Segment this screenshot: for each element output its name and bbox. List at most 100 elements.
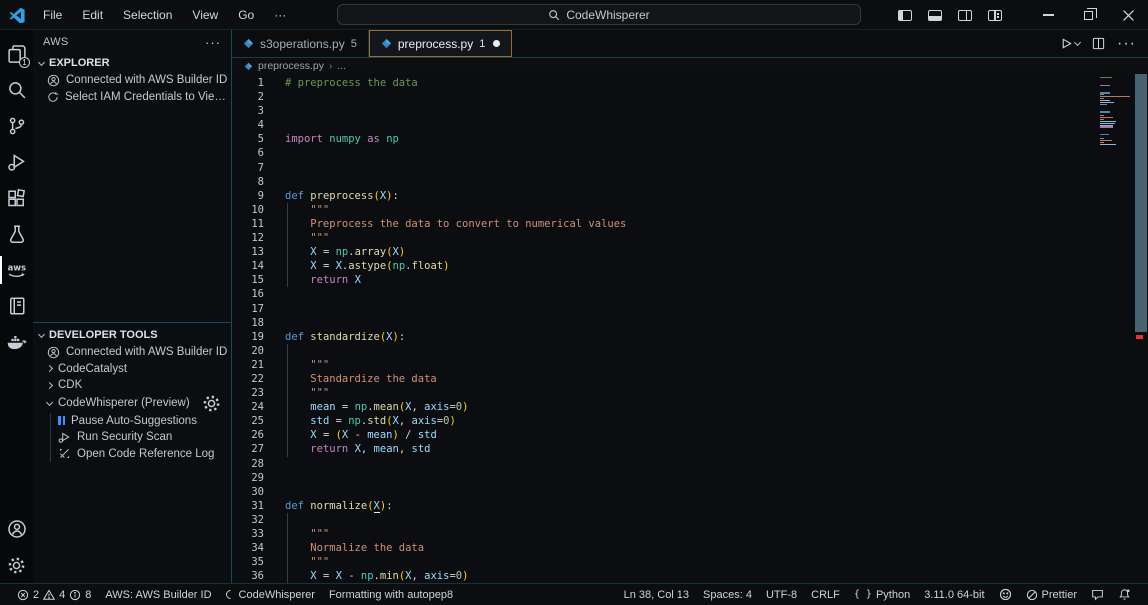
activity-aws[interactable]: aws [0, 252, 33, 288]
activity-source-control[interactable] [0, 108, 33, 144]
line-number: 2 [232, 90, 264, 104]
scan-icon [58, 431, 71, 444]
code-line-25: 25 std = np.std(X, axis=0) [232, 414, 1097, 428]
code-line-6: 6 [232, 146, 1097, 160]
code-line-21: 21 """ [232, 358, 1097, 372]
tree-item-label: CodeCatalyst [58, 363, 127, 375]
minimize-button[interactable] [1028, 0, 1068, 30]
run-python-file-button[interactable] [1060, 37, 1080, 50]
activity-extensions[interactable] [0, 180, 33, 216]
activity-search[interactable] [0, 72, 33, 108]
status-3-11-0-64-bit[interactable]: 3.11.0 64-bit [917, 589, 991, 601]
code-line-34: 34 Normalize the data [232, 541, 1097, 555]
breadcrumb-file: preprocess.py [258, 60, 324, 72]
tab-preprocess-py[interactable]: preprocess.py1 [369, 30, 513, 57]
scrollbar[interactable] [1135, 74, 1148, 583]
bell-icon [1118, 588, 1131, 601]
split-editor-icon[interactable] [1092, 37, 1105, 50]
status-text: UTF-8 [766, 589, 797, 601]
gear-icon[interactable] [202, 394, 221, 413]
explorer-section-header[interactable]: EXPLORER [33, 54, 231, 72]
command-center[interactable]: CodeWhisperer [337, 4, 861, 25]
line-number: 7 [232, 161, 264, 175]
status-feedback[interactable] [1084, 588, 1111, 601]
tree-item-select-iam-credentials-to-view[interactable]: Select IAM Credentials to View Reso... [33, 89, 231, 106]
gear-icon [7, 556, 26, 575]
menu-[interactable]: ··· [266, 5, 294, 25]
tree-item-open-code-reference-log[interactable]: Open Code Reference Log [51, 446, 231, 463]
menu-go[interactable]: Go [230, 5, 262, 25]
scrollbar-thumb[interactable] [1135, 74, 1147, 332]
status-python[interactable]: { }Python [847, 589, 917, 601]
code-line-18: 18 [232, 316, 1097, 330]
feedback-icon [1091, 588, 1104, 601]
toggle-primary-sidebar-icon[interactable] [898, 10, 912, 21]
status-spaces-4[interactable]: Spaces: 4 [696, 589, 759, 601]
code-line-19: 19def standardize(X): [232, 330, 1097, 344]
line-number: 10 [232, 203, 264, 217]
tree-item-connected-with-aws-builder-id[interactable]: Connected with AWS Builder ID [33, 344, 231, 361]
tree-item-label: Run Security Scan [77, 431, 172, 443]
status-ln-38-col-13[interactable]: Ln 38, Col 13 [617, 589, 696, 601]
activity-accounts[interactable] [0, 511, 33, 547]
status-utf-8[interactable]: UTF-8 [759, 589, 804, 601]
sidebar-more-actions[interactable]: ··· [205, 35, 221, 50]
code-line-7: 7 [232, 161, 1097, 175]
command-center-text: CodeWhisperer [566, 8, 649, 22]
status-prettier[interactable]: Prettier [1019, 589, 1084, 601]
breadcrumb[interactable]: preprocess.py › ... [232, 58, 1148, 74]
status-bell[interactable] [1111, 588, 1138, 601]
activity-run-and-debug[interactable] [0, 144, 33, 180]
status-problems[interactable]: 248 [10, 589, 98, 601]
status-aws-aws-builder-id[interactable]: AWS: AWS Builder ID [98, 589, 218, 601]
code-line-13: 13 X = np.array(X) [232, 245, 1097, 259]
status-crlf[interactable]: CRLF [804, 589, 847, 601]
pause-icon [58, 416, 65, 425]
menu-file[interactable]: File [35, 5, 70, 25]
line-number: 26 [232, 428, 264, 442]
tree-item-codecatalyst[interactable]: CodeCatalyst [33, 361, 231, 378]
activity-resources[interactable] [0, 288, 33, 324]
tab-s3operations-py[interactable]: s3operations.py5 [232, 30, 369, 57]
editor-more-actions-icon[interactable]: ··· [1117, 35, 1136, 53]
status-formatting-with-autopep8[interactable]: Formatting with autopep8 [322, 589, 460, 601]
line-number: 15 [232, 273, 264, 287]
line-number: 28 [232, 457, 264, 471]
toggle-secondary-sidebar-icon[interactable] [958, 10, 972, 21]
minimap[interactable] [1097, 74, 1135, 583]
developer-tools-section-header[interactable]: DEVELOPER TOOLS [33, 326, 231, 344]
error-icon [17, 589, 29, 601]
tree-item-pause-auto-suggestions[interactable]: Pause Auto-Suggestions [51, 413, 231, 430]
python-icon [381, 38, 392, 49]
menu-selection[interactable]: Selection [115, 5, 180, 25]
status-codewhisperer[interactable]: CodeWhisperer [219, 589, 322, 601]
tree-item-label: Connected with AWS Builder ID [66, 74, 227, 86]
activity-manage[interactable] [0, 547, 33, 583]
line-number: 9 [232, 189, 264, 203]
line-number: 30 [232, 485, 264, 499]
modified-dot-icon[interactable] [493, 40, 500, 47]
run-dropdown-icon[interactable] [1074, 39, 1081, 46]
code-line-31: 31def normalize(X): [232, 499, 1097, 513]
menu-edit[interactable]: Edit [74, 5, 111, 25]
tree-item-run-security-scan[interactable]: Run Security Scan [51, 429, 231, 446]
activity-testing[interactable] [0, 216, 33, 252]
status-text: AWS: AWS Builder ID [105, 589, 211, 601]
tree-item-label: Connected with AWS Builder ID [66, 346, 227, 358]
line-number: 35 [232, 555, 264, 569]
menu-view[interactable]: View [184, 5, 226, 25]
toggle-panel-icon[interactable] [928, 10, 942, 21]
activity-explorer[interactable]: 1 [0, 36, 33, 72]
close-button[interactable] [1108, 0, 1148, 30]
line-number: 13 [232, 245, 264, 259]
restore-button[interactable] [1068, 0, 1108, 30]
chevron-down-icon [38, 58, 45, 65]
tree-item-codewhisperer-preview-[interactable]: CodeWhisperer (Preview) [33, 395, 190, 412]
customize-layout-icon[interactable] [988, 10, 1002, 21]
tree-item-connected-with-aws-builder-id[interactable]: Connected with AWS Builder ID [33, 72, 231, 89]
activity-docker[interactable] [0, 324, 33, 360]
title-bar: FileEditSelectionViewGo··· ← → CodeWhisp… [0, 0, 1148, 30]
status-smiley[interactable] [992, 588, 1019, 601]
tree-item-cdk[interactable]: CDK [33, 377, 231, 394]
code-area[interactable]: 1# preprocess the data2345import numpy a… [232, 74, 1097, 583]
